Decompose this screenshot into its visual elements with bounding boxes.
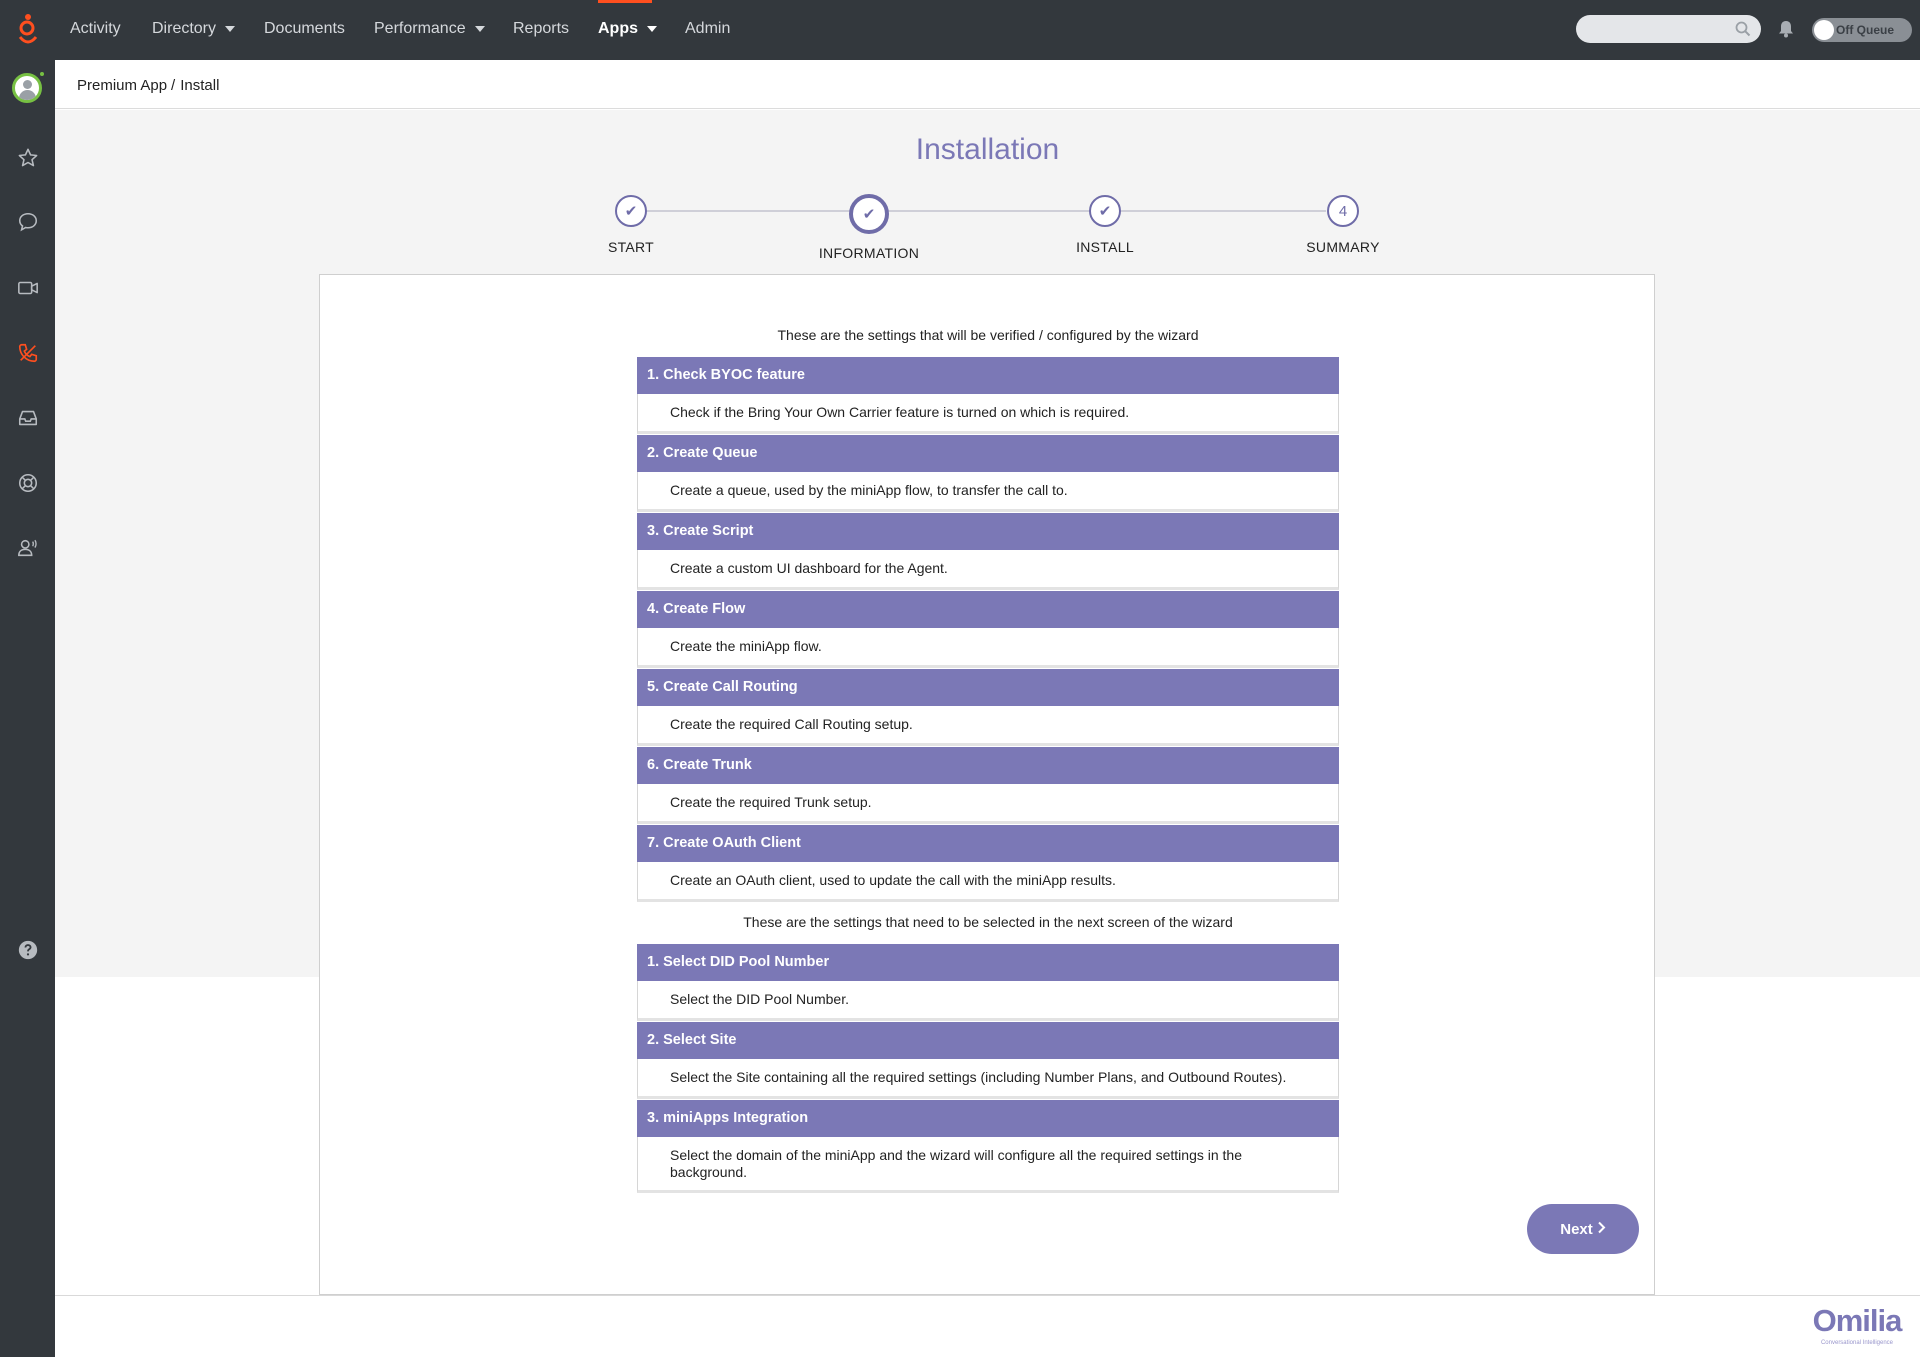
verify-item-title: 5. Create Call Routing	[637, 669, 1339, 706]
breadcrumb-bar: Premium App / Install	[55, 60, 1920, 109]
stepper-connector	[1121, 210, 1326, 212]
stepper-connector	[888, 210, 1091, 212]
nav-performance[interactable]: Performance	[374, 0, 485, 60]
verify-item-title: 7. Create OAuth Client	[637, 825, 1339, 862]
user-voice-icon[interactable]	[14, 534, 42, 562]
queue-status-toggle[interactable]: Off Queue	[1812, 18, 1912, 42]
step-install-check-icon[interactable]: ✔	[1089, 195, 1121, 227]
nav-activity[interactable]: Activity	[70, 0, 121, 60]
verify-intro-text: These are the settings that will be veri…	[777, 327, 1199, 343]
select-item-title: 2. Select Site	[637, 1022, 1339, 1059]
toggle-knob	[1814, 20, 1834, 40]
verify-item-description: Create the miniApp flow.	[637, 628, 1339, 668]
verify-item-title: 2. Create Queue	[637, 435, 1339, 472]
chevron-down-icon	[225, 25, 236, 32]
omilia-logo: Omilia Conversational Intelligence	[1812, 1302, 1903, 1347]
select-item-description: Select the Site containing all the requi…	[637, 1059, 1339, 1099]
verify-item-title: 3. Create Script	[637, 513, 1339, 550]
stepper-connector	[647, 210, 850, 212]
select-item-description: Select the DID Pool Number.	[637, 981, 1339, 1021]
step-label-start: START	[607, 239, 655, 255]
nav-admin[interactable]: Admin	[685, 0, 730, 60]
nav-directory[interactable]: Directory	[152, 0, 236, 60]
chevron-down-icon	[647, 25, 657, 32]
chevron-right-icon	[1597, 1221, 1606, 1238]
global-search-input[interactable]	[1576, 15, 1761, 43]
top-navigation-bar: Activity Directory Documents Performance…	[0, 0, 1920, 60]
verify-item-description: Create a queue, used by the miniApp flow…	[637, 472, 1339, 512]
verify-item-description: Create the required Call Routing setup.	[637, 706, 1339, 746]
verify-item-description: Check if the Bring Your Own Carrier feat…	[637, 394, 1339, 434]
active-nav-indicator	[598, 0, 652, 3]
select-item-description: Select the domain of the miniApp and the…	[637, 1137, 1339, 1193]
breadcrumb-current: Install	[180, 77, 220, 94]
verify-item-title: 4. Create Flow	[637, 591, 1339, 628]
page-title: Installation	[915, 133, 1060, 166]
select-item-title: 1. Select DID Pool Number	[637, 944, 1339, 981]
left-sidebar	[0, 60, 55, 1357]
step-summary-number[interactable]: 4	[1327, 195, 1359, 227]
nav-apps[interactable]: Apps	[598, 0, 657, 60]
verify-item-description: Create the required Trunk setup.	[637, 784, 1339, 824]
select-item-title: 3. miniApps Integration	[637, 1100, 1339, 1137]
next-button-label: Next	[1560, 1220, 1593, 1238]
brand-tagline: Conversational Intelligence	[1820, 1340, 1894, 1346]
brand-name: Omilia	[1812, 1303, 1903, 1338]
notifications-bell-icon[interactable]	[1778, 20, 1794, 43]
footer-divider	[55, 1295, 1920, 1296]
breadcrumb: Premium App / Install	[77, 60, 219, 112]
user-avatar[interactable]	[12, 73, 42, 103]
nav-documents[interactable]: Documents	[264, 0, 345, 60]
verify-item-title: 6. Create Trunk	[637, 747, 1339, 784]
support-icon[interactable]	[14, 469, 42, 497]
inbox-icon[interactable]	[14, 404, 42, 432]
breadcrumb-separator: /	[171, 77, 176, 94]
step-label-install: INSTALL	[1076, 239, 1134, 255]
queue-status-label: Off Queue	[1836, 23, 1895, 37]
next-button[interactable]: Next	[1527, 1204, 1639, 1254]
genesys-logo-icon[interactable]	[16, 13, 40, 47]
chat-icon[interactable]	[14, 208, 42, 236]
breadcrumb-link-premium-app[interactable]: Premium App	[77, 77, 167, 94]
phone-icon[interactable]	[14, 339, 42, 367]
step-information-check-icon[interactable]: ✔	[849, 194, 889, 234]
verify-item-description: Create a custom UI dashboard for the Age…	[637, 550, 1339, 590]
step-start-check-icon[interactable]: ✔	[615, 195, 647, 227]
video-icon[interactable]	[14, 274, 42, 302]
star-icon[interactable]	[14, 144, 42, 172]
presence-indicator	[40, 72, 44, 76]
nav-reports[interactable]: Reports	[513, 0, 569, 60]
chevron-down-icon	[474, 25, 485, 32]
help-icon[interactable]	[14, 936, 42, 964]
step-label-information: INFORMATION	[818, 245, 920, 261]
select-intro-text: These are the settings that need to be s…	[743, 914, 1233, 930]
search-icon	[1735, 21, 1751, 37]
verify-item-title: 1. Check BYOC feature	[637, 357, 1339, 394]
verify-item-description: Create an OAuth client, used to update t…	[637, 862, 1339, 902]
step-label-summary: SUMMARY	[1306, 239, 1380, 255]
